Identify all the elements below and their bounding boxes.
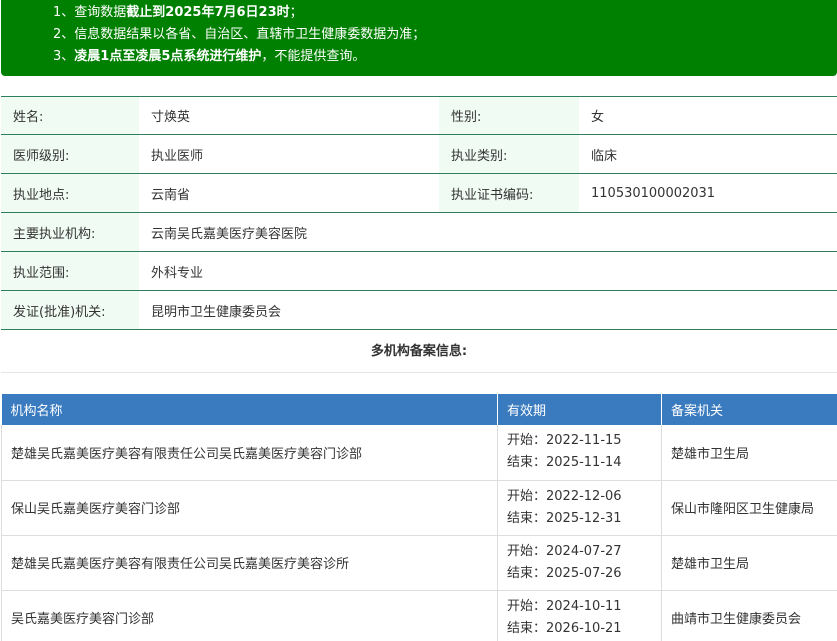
notice-line-3: 3、凌晨1点至凌晨5点系统进行维护，不能提供查询。 xyxy=(53,49,366,64)
record-start: 开始：2024-10-11 xyxy=(507,598,622,614)
info-row: 医师级别: 执业医师 执业类别: 临床 xyxy=(1,134,837,174)
notice-line-1: 1、查询数据截止到2025年7月6日23时； xyxy=(53,5,303,20)
notice-line-2: 2、信息数据结果以各省、自治区、直辖市卫生健康委数据为准； xyxy=(53,27,426,42)
authority-value: 昆明市卫生健康委员会 xyxy=(139,290,837,330)
record-end: 结束：2025-07-26 xyxy=(507,565,622,581)
record-org: 楚雄吴氏嘉美医疗美容有限责任公司吴氏嘉美医疗美容诊所 xyxy=(1,535,498,591)
institution-label: 主要执业机构: xyxy=(1,212,139,252)
record-validity: 开始：2024-10-11 结束：2026-10-21 xyxy=(497,590,662,641)
record-authority: 楚雄市卫生局 xyxy=(661,535,837,591)
level-label: 医师级别: xyxy=(1,134,139,174)
header-validity: 有效期 xyxy=(497,394,662,425)
authority-label: 发证(批准)机关: xyxy=(1,290,139,330)
info-row: 姓名: 寸焕英 性别: 女 xyxy=(1,96,837,135)
record-authority: 保山市隆阳区卫生健康局 xyxy=(661,480,837,536)
table-row: 楚雄吴氏嘉美医疗美容有限责任公司吴氏嘉美医疗美容门诊部 开始：2022-11-1… xyxy=(1,425,837,481)
location-value: 云南省 xyxy=(139,173,439,213)
institution-value: 云南吴氏嘉美医疗美容医院 xyxy=(139,212,837,252)
record-end: 结束：2025-12-31 xyxy=(507,510,622,526)
name-label: 姓名: xyxy=(1,96,139,135)
record-start: 开始：2022-12-06 xyxy=(507,488,622,504)
category-label: 执业类别: xyxy=(439,134,579,174)
record-start: 开始：2022-11-15 xyxy=(507,433,622,449)
header-org: 机构名称 xyxy=(1,394,498,425)
record-end: 结束：2025-11-14 xyxy=(507,455,622,471)
multi-institution-title: 多机构备案信息: xyxy=(1,331,837,373)
cert-label: 执业证书编码: xyxy=(439,173,579,213)
record-authority: 楚雄市卫生局 xyxy=(661,425,837,481)
record-validity: 开始：2024-07-27 结束：2025-07-26 xyxy=(497,535,662,591)
info-row: 主要执业机构: 云南吴氏嘉美医疗美容医院 xyxy=(1,212,837,252)
table-row: 保山吴氏嘉美医疗美容门诊部 开始：2022-12-06 结束：2025-12-31… xyxy=(1,480,837,536)
notice-banner: 1、查询数据截止到2025年7月6日23时； 2、信息数据结果以各省、自治区、直… xyxy=(1,0,837,76)
gender-label: 性别: xyxy=(439,96,579,135)
gender-value: 女 xyxy=(579,96,837,135)
scope-label: 执业范围: xyxy=(1,251,139,291)
name-value: 寸焕英 xyxy=(139,96,439,135)
category-value: 临床 xyxy=(579,134,837,174)
level-value: 执业医师 xyxy=(139,134,439,174)
record-org: 吴氏嘉美医疗美容门诊部 xyxy=(1,590,498,641)
table-row: 吴氏嘉美医疗美容门诊部 开始：2024-10-11 结束：2026-10-21 曲… xyxy=(1,590,837,641)
cert-value: 110530100002031 xyxy=(579,173,837,213)
records-header-row: 机构名称 有效期 备案机关 xyxy=(1,394,837,425)
location-label: 执业地点: xyxy=(1,173,139,213)
record-validity: 开始：2022-12-06 结束：2025-12-31 xyxy=(497,480,662,536)
header-authority: 备案机关 xyxy=(661,394,837,425)
record-org: 楚雄吴氏嘉美医疗美容有限责任公司吴氏嘉美医疗美容门诊部 xyxy=(1,425,498,481)
table-row: 楚雄吴氏嘉美医疗美容有限责任公司吴氏嘉美医疗美容诊所 开始：2024-07-27… xyxy=(1,535,837,591)
scope-value: 外科专业 xyxy=(139,251,837,291)
record-validity: 开始：2022-11-15 结束：2025-11-14 xyxy=(497,425,662,481)
records-table: 机构名称 有效期 备案机关 楚雄吴氏嘉美医疗美容有限责任公司吴氏嘉美医疗美容门诊… xyxy=(1,394,837,641)
record-end: 结束：2026-10-21 xyxy=(507,620,622,636)
info-row: 执业范围: 外科专业 xyxy=(1,251,837,291)
info-row: 执业地点: 云南省 执业证书编码: 110530100002031 xyxy=(1,173,837,213)
record-start: 开始：2024-07-27 xyxy=(507,543,622,559)
info-row: 发证(批准)机关: 昆明市卫生健康委员会 xyxy=(1,290,837,330)
doctor-info-table: 姓名: 寸焕英 性别: 女 医师级别: 执业医师 执业类别: 临床 执业地点: … xyxy=(1,96,837,330)
record-authority: 曲靖市卫生健康委员会 xyxy=(661,590,837,641)
record-org: 保山吴氏嘉美医疗美容门诊部 xyxy=(1,480,498,536)
